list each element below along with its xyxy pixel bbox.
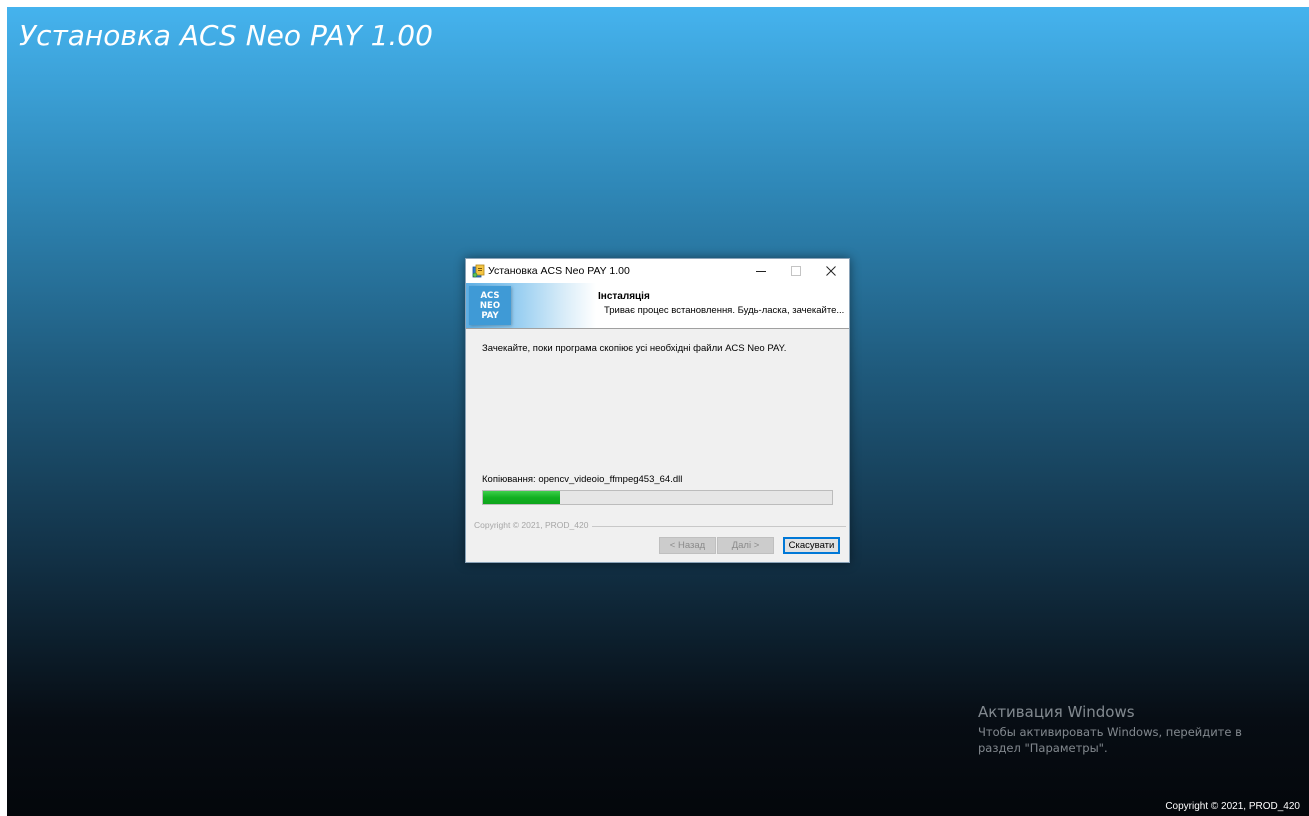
logo-line-1: ACS NEO — [479, 290, 501, 311]
minimize-button[interactable] — [743, 259, 778, 283]
activation-title: Активация Windows — [978, 703, 1135, 721]
background-copyright: Copyright © 2021, PROD_420 — [1165, 801, 1300, 812]
progress-fill — [483, 491, 560, 504]
activation-description: Чтобы активировать Windows, перейдите в … — [978, 725, 1242, 755]
copy-status-text: Копіювання: opencv_videoio_ffmpeg453_64.… — [482, 474, 683, 485]
maximize-button[interactable] — [778, 259, 813, 283]
windows-activation-watermark: Активация Windows Чтобы активировать Win… — [978, 703, 1278, 756]
window-title: Установка ACS Neo PAY 1.00 — [488, 265, 630, 277]
product-logo: ACS NEO PAY — [469, 286, 511, 325]
progress-bar — [482, 490, 833, 505]
close-icon — [825, 266, 836, 276]
header-banner: ACS NEO PAY — [466, 283, 596, 328]
maximize-icon — [790, 266, 801, 276]
close-button[interactable] — [813, 259, 848, 283]
step-subtitle: Триває процес встановлення. Будь-ласка, … — [604, 305, 845, 316]
footer-copyright: Copyright © 2021, PROD_420 — [474, 520, 593, 530]
back-button[interactable]: < Назад — [659, 537, 716, 554]
step-title: Інсталяція — [598, 291, 650, 302]
cancel-button[interactable]: Скасувати — [783, 537, 840, 554]
installer-icon — [472, 264, 486, 278]
installer-header: ACS NEO PAY Інсталяція Триває процес вст… — [466, 283, 849, 329]
background-title: Установка ACS Neo PAY 1.00 — [19, 19, 433, 52]
next-button[interactable]: Далі > — [717, 537, 774, 554]
instruction-text: Зачекайте, поки програма скопіює усі нео… — [482, 343, 787, 354]
installer-dialog: Установка ACS Neo PAY 1.00 ACS NEO PAY І… — [465, 258, 850, 563]
title-bar[interactable]: Установка ACS Neo PAY 1.00 — [466, 259, 849, 283]
logo-line-2: PAY — [481, 310, 499, 321]
minimize-icon — [755, 271, 766, 272]
